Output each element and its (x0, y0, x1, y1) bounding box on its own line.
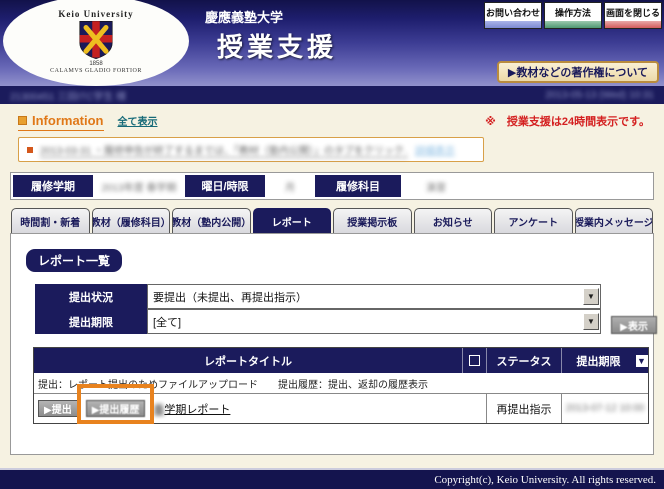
tab-class-messages[interactable]: 授業内メッセージ (575, 208, 654, 233)
report-status-cell: 再提出指示 (486, 394, 561, 423)
main-tab-bar: 時間割・新着 教材（履修科目） 教材（塾内公開） レポート 授業掲示板 お知らせ… (11, 208, 653, 233)
tab-materials-public[interactable]: 教材（塾内公開） (172, 208, 251, 233)
report-title-text: 学期レポート (164, 404, 230, 416)
subject-value-redacted: 演習 (401, 175, 471, 197)
user-id-redacted: 21300451 三田ITC学生 様 (10, 88, 126, 103)
course-info-bar: 履修学期 2013年度 春学期 曜日/時限 月 履修科目 演習 (10, 172, 654, 200)
announcement-bullet-icon (27, 147, 33, 153)
sort-filter-cell: ▼ (635, 348, 648, 373)
report-title-cell: ▶提出 ▶提出履歴 春学期レポート (34, 394, 486, 423)
24h-display-note: ※ 授業支援は24時間表示です。 (485, 113, 650, 129)
day-period-label: 曜日/時限 (185, 175, 265, 197)
submission-status-label: 提出状況 (35, 284, 147, 309)
column-report-title: レポートタイトル (34, 348, 462, 373)
close-screen-button-label: 画面を閉じる (605, 3, 661, 21)
report-row: ▶提出 ▶提出履歴 春学期レポート 再提出指示 2013-07-12 10:00 (34, 394, 648, 423)
sort-filter-icon[interactable]: ▼ (636, 355, 648, 367)
header-banner: Keio University 1858 CALAMVS GLADIO FORT… (0, 0, 664, 86)
keio-class-support-page: Keio University 1858 CALAMVS GLADIO FORT… (0, 0, 664, 489)
keio-logo: Keio University 1858 CALAMVS GLADIO FORT… (3, 0, 189, 86)
report-deadline-redacted: 2013-07-12 10:00 (566, 403, 645, 414)
submit-button[interactable]: ▶提出 (38, 400, 78, 417)
table-legend: 提出：レポート提出のためファイルアップロード 提出履歴：提出、返却の履歴表示 (34, 373, 648, 394)
tab-survey[interactable]: アンケート (494, 208, 573, 233)
help-button-label: 操作方法 (545, 3, 601, 21)
deadline-select[interactable]: [全て] ▼ (147, 309, 601, 334)
information-row: Information 全て表示 (18, 113, 158, 131)
submission-status-value: 要提出（未提出、再提出指示） (148, 289, 583, 305)
report-table-header: レポートタイトル ステータス 提出期限 ▼ (34, 348, 648, 373)
announcement-text-redacted: 2013-03-31 ・履修申告が終了するまでは、「教材（塾内公開）」のタブをク… (40, 142, 408, 158)
information-heading: Information (18, 113, 104, 131)
copyright-text: Copyright(c), Keio University. All right… (434, 474, 656, 486)
day-period-value-redacted: 月 (265, 175, 315, 197)
report-filter-form: 提出状況 要提出（未提出、再提出指示） ▼ 提出期限 [全て] ▼ (35, 284, 601, 334)
chevron-down-icon[interactable]: ▼ (583, 288, 599, 305)
contact-button-accent (485, 21, 541, 28)
keio-shield-icon (76, 20, 116, 60)
deadline-label: 提出期限 (35, 309, 147, 334)
semester-label: 履修学期 (13, 175, 93, 197)
datetime-redacted: 2013-05-13 (Wed) 10:31 (545, 90, 654, 101)
footer-bar: Copyright(c), Keio University. All right… (0, 468, 664, 489)
header-nav: お問い合わせ 操作方法 画面を閉じる (484, 2, 662, 29)
close-screen-button-accent (605, 21, 661, 28)
information-square-icon (18, 116, 27, 125)
report-deadline-cell: 2013-07-12 10:00 (561, 394, 648, 423)
tab-class-board[interactable]: 授業掲示板 (333, 208, 412, 233)
report-panel: レポート一覧 提出状況 要提出（未提出、再提出指示） ▼ 提出期限 [全て] ▼… (10, 233, 654, 455)
tab-timetable-new[interactable]: 時間割・新着 (11, 208, 90, 233)
app-title: 授業支援 (217, 27, 337, 64)
chevron-down-icon[interactable]: ▼ (583, 313, 599, 330)
submission-status-row: 提出状況 要提出（未提出、再提出指示） ▼ (35, 284, 601, 309)
announcement-detail-link-redacted[interactable]: 詳細表示 (415, 142, 455, 157)
tab-materials-enrolled[interactable]: 教材（履修科目） (92, 208, 171, 233)
information-heading-label: Information (32, 113, 104, 128)
logo-motto: CALAMVS GLADIO FORTIOR (50, 68, 142, 74)
logo-university-name: Keio University (58, 9, 133, 19)
subject-label: 履修科目 (315, 175, 401, 197)
close-screen-button[interactable]: 画面を閉じる (604, 2, 662, 29)
deadline-value: [全て] (148, 314, 583, 330)
user-status-bar: 21300451 三田ITC学生 様 2013-05-13 (Wed) 10:3… (0, 86, 664, 104)
materials-copyright-button[interactable]: ▶教材などの著作権について (497, 61, 659, 83)
tab-notices[interactable]: お知らせ (414, 208, 493, 233)
report-table: レポートタイトル ステータス 提出期限 ▼ 提出：レポート提出のためファイルアッ… (33, 347, 649, 424)
display-button[interactable]: ▶表示 (611, 316, 657, 334)
submission-history-button[interactable]: ▶提出履歴 (86, 400, 146, 417)
contact-button[interactable]: お問い合わせ (484, 2, 542, 29)
logo-year: 1858 (89, 61, 102, 67)
semester-value-redacted: 2013年度 春学期 (93, 175, 185, 197)
select-all-cell (462, 348, 486, 373)
contact-button-label: お問い合わせ (485, 3, 541, 21)
report-title-link[interactable]: 春学期レポート (153, 401, 230, 417)
column-deadline: 提出期限 (561, 348, 635, 373)
submission-status-select[interactable]: 要提出（未提出、再提出指示） ▼ (147, 284, 601, 309)
select-all-checkbox[interactable] (469, 355, 480, 366)
help-button[interactable]: 操作方法 (544, 2, 602, 29)
deadline-row: 提出期限 [全て] ▼ (35, 309, 601, 334)
show-all-link[interactable]: 全て表示 (118, 113, 158, 128)
column-status: ステータス (486, 348, 561, 373)
tab-report[interactable]: レポート (253, 208, 332, 233)
university-name-ja: 慶應義塾大学 (205, 7, 283, 26)
report-list-title: レポート一覧 (26, 249, 122, 272)
report-title-prefix-redacted: 春 (153, 404, 164, 416)
announcement-box: 2013-03-31 ・履修申告が終了するまでは、「教材（塾内公開）」のタブをク… (18, 137, 484, 162)
help-button-accent (545, 21, 601, 28)
